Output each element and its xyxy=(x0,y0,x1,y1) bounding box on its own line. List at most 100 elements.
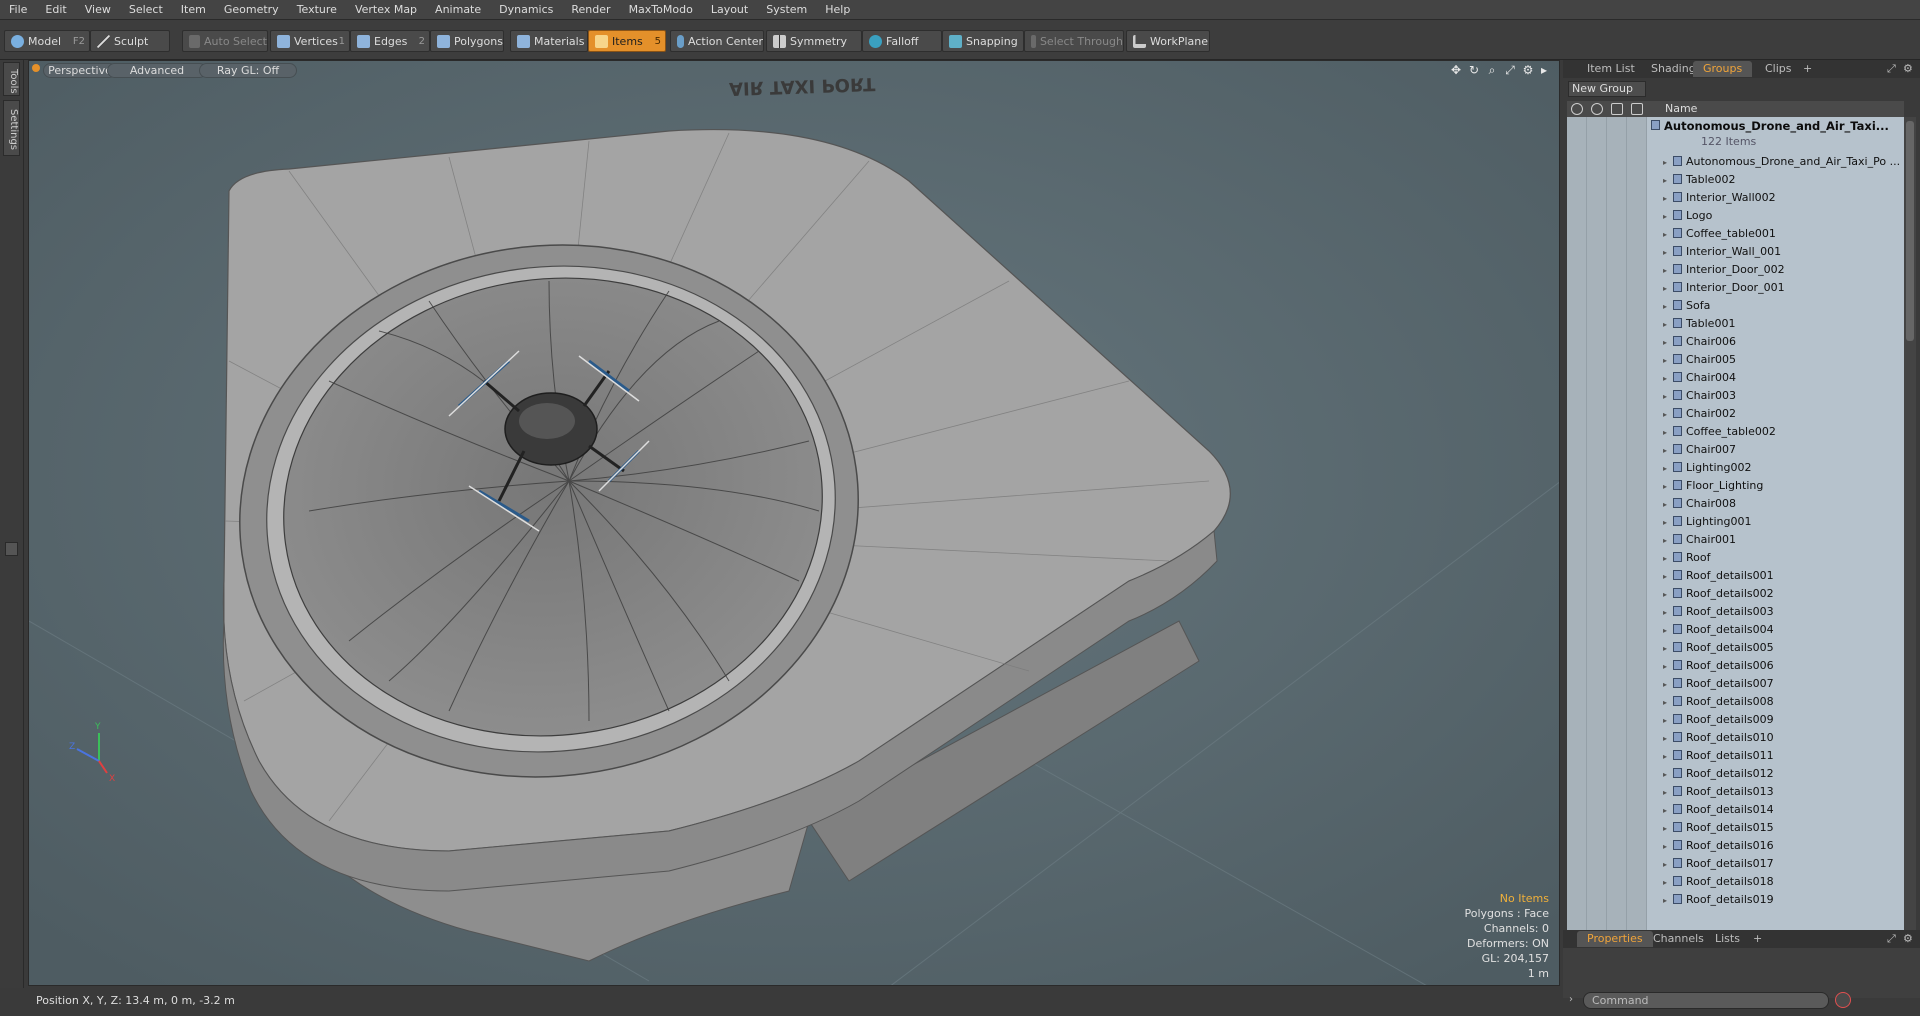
workplane-button[interactable]: WorkPlane xyxy=(1126,30,1210,52)
expand-arrow-icon[interactable]: ▸ xyxy=(1663,820,1671,837)
viewport-menu-icon[interactable] xyxy=(32,64,40,72)
menu-layout[interactable]: Layout xyxy=(702,0,757,20)
menu-file[interactable]: File xyxy=(0,0,36,20)
collapse-icon[interactable] xyxy=(5,542,18,556)
list-item[interactable]: ▸ Roof_details013 xyxy=(1663,783,1903,801)
menu-texture[interactable]: Texture xyxy=(288,0,346,20)
sculpt-mode-button[interactable]: Sculpt xyxy=(90,30,170,52)
list-item[interactable]: ▸ Chair008 xyxy=(1663,495,1903,513)
expand-arrow-icon[interactable]: ▸ xyxy=(1663,856,1671,873)
expand-arrow-icon[interactable]: ▸ xyxy=(1663,370,1671,387)
add-tab-icon[interactable]: + xyxy=(1799,61,1816,77)
expand-arrow-icon[interactable]: ▸ xyxy=(1663,226,1671,243)
list-item[interactable]: ▸ Roof_details005 xyxy=(1663,639,1903,657)
list-item[interactable]: ▸ Table001 xyxy=(1663,315,1903,333)
list-item[interactable]: ▸ Chair005 xyxy=(1663,351,1903,369)
visibility-icon[interactable] xyxy=(1571,103,1583,115)
add-bottom-tab-icon[interactable]: + xyxy=(1749,931,1766,947)
menu-help[interactable]: Help xyxy=(816,0,859,20)
render-icon[interactable] xyxy=(1591,103,1603,115)
expand-arrow-icon[interactable]: ▸ xyxy=(1663,316,1671,333)
expand-arrow-icon[interactable]: ▸ xyxy=(1663,442,1671,459)
scene-render[interactable]: AIR TAXI PORT Y Z X xyxy=(29,61,1560,986)
symmetry-button[interactable]: Symmetry xyxy=(766,30,862,52)
list-item[interactable]: ▸ Roof_details018 xyxy=(1663,873,1903,891)
expand-arrow-icon[interactable]: ▸ xyxy=(1663,154,1671,171)
tab-item-list[interactable]: Item List xyxy=(1577,61,1645,77)
expand-arrow-icon[interactable]: ▸ xyxy=(1663,190,1671,207)
list-item[interactable]: ▸ Logo xyxy=(1663,207,1903,225)
rotate-view-icon[interactable]: ↻ xyxy=(1467,63,1481,77)
list-item[interactable]: ▸ Roof_details001 xyxy=(1663,567,1903,585)
expand-arrow-icon[interactable]: ▸ xyxy=(1663,298,1671,315)
vertices-button[interactable]: Vertices 1 xyxy=(270,30,350,52)
expand-arrow-icon[interactable]: ▸ xyxy=(1663,478,1671,495)
list-item[interactable]: ▸ Chair002 xyxy=(1663,405,1903,423)
tab-clips[interactable]: Clips xyxy=(1755,61,1802,77)
bottom-settings-icon[interactable]: ⚙ xyxy=(1901,931,1915,947)
list-item[interactable]: ▸ Roof_details019 xyxy=(1663,891,1903,909)
list-item[interactable]: ▸ Chair004 xyxy=(1663,369,1903,387)
list-item[interactable]: ▸ Roof_details007 xyxy=(1663,675,1903,693)
menu-render[interactable]: Render xyxy=(562,0,619,20)
list-item[interactable]: ▸ Coffee_table002 xyxy=(1663,423,1903,441)
list-item[interactable]: ▸ Roof_details012 xyxy=(1663,765,1903,783)
menu-vertex-map[interactable]: Vertex Map xyxy=(346,0,426,20)
list-item[interactable]: ▸ Chair007 xyxy=(1663,441,1903,459)
list-item[interactable]: ▸ Roof_details011 xyxy=(1663,747,1903,765)
list-item[interactable]: ▸ Roof_details008 xyxy=(1663,693,1903,711)
edges-button[interactable]: Edges 2 xyxy=(350,30,430,52)
tools-tab[interactable]: Tools xyxy=(3,62,20,96)
tab-channels[interactable]: Channels xyxy=(1643,931,1714,947)
materials-button[interactable]: Materials xyxy=(510,30,588,52)
expand-arrow-icon[interactable]: ▸ xyxy=(1663,622,1671,639)
expand-arrow-icon[interactable]: ▸ xyxy=(1663,802,1671,819)
list-item[interactable]: ▸ Roof_details014 xyxy=(1663,801,1903,819)
list-item[interactable]: ▸ Interior_Wall_001 xyxy=(1663,243,1903,261)
expand-icon[interactable]: ▸ xyxy=(1537,63,1551,77)
expand-arrow-icon[interactable]: ▸ xyxy=(1663,694,1671,711)
expand-arrow-icon[interactable]: ▸ xyxy=(1663,748,1671,765)
snapping-button[interactable]: Snapping xyxy=(942,30,1024,52)
tab-groups[interactable]: Groups xyxy=(1693,61,1753,77)
list-item[interactable]: ▸ Interior_Door_001 xyxy=(1663,279,1903,297)
menu-dynamics[interactable]: Dynamics xyxy=(490,0,562,20)
action-center-button[interactable]: Action Center xyxy=(670,30,764,52)
expand-arrow-icon[interactable]: ▸ xyxy=(1663,568,1671,585)
menu-maxtomodo[interactable]: MaxToModo xyxy=(620,0,702,20)
groups-list[interactable]: Autonomous_Drone_and_Air_Taxi... 122 Ite… xyxy=(1567,117,1904,982)
expand-arrow-icon[interactable]: ▸ xyxy=(1663,658,1671,675)
lock-icon[interactable] xyxy=(1611,103,1623,115)
expand-arrow-icon[interactable]: ▸ xyxy=(1663,892,1671,909)
list-item[interactable]: ▸ Roof_details015 xyxy=(1663,819,1903,837)
expand-arrow-icon[interactable]: ▸ xyxy=(1663,550,1671,567)
raygl-dropdown[interactable]: Ray GL: Off xyxy=(199,63,297,78)
list-item[interactable]: ▸ Roof_details010 xyxy=(1663,729,1903,747)
expand-arrow-icon[interactable]: ▸ xyxy=(1663,352,1671,369)
falloff-button[interactable]: Falloff xyxy=(862,30,942,52)
list-item[interactable]: ▸ Roof_details006 xyxy=(1663,657,1903,675)
expand-arrow-icon[interactable]: ▸ xyxy=(1663,496,1671,513)
expand-arrow-icon[interactable]: ▸ xyxy=(1663,640,1671,657)
view-mode-dropdown[interactable]: Perspective xyxy=(43,63,117,78)
maximize-icon[interactable]: ⤢ xyxy=(1503,63,1517,77)
expand-arrow-icon[interactable]: ▸ xyxy=(1663,280,1671,297)
expand-arrow-icon[interactable]: ▸ xyxy=(1663,208,1671,225)
expand-arrow-icon[interactable]: ▸ xyxy=(1663,424,1671,441)
list-item[interactable]: ▸ Roof_details017 xyxy=(1663,855,1903,873)
items-button[interactable]: Items 5 xyxy=(588,30,666,52)
expand-arrow-icon[interactable]: ▸ xyxy=(1663,676,1671,693)
select-icon[interactable] xyxy=(1631,103,1643,115)
list-item[interactable]: ▸ Roof_details009 xyxy=(1663,711,1903,729)
model-mode-button[interactable]: Model F2 xyxy=(4,30,90,52)
expand-arrow-icon[interactable]: ▸ xyxy=(1663,262,1671,279)
record-icon[interactable] xyxy=(1835,992,1851,1008)
panel-settings-icon[interactable]: ⚙ xyxy=(1901,61,1915,77)
expand-panel-icon[interactable]: ⤢ xyxy=(1885,61,1898,77)
list-item[interactable]: ▸ Roof xyxy=(1663,549,1903,567)
menu-view[interactable]: View xyxy=(76,0,120,20)
list-item[interactable]: ▸ Roof_details002 xyxy=(1663,585,1903,603)
shading-dropdown[interactable]: Advanced xyxy=(107,63,207,78)
expand-arrow-icon[interactable]: ▸ xyxy=(1663,604,1671,621)
expand-arrow-icon[interactable]: ▸ xyxy=(1663,244,1671,261)
